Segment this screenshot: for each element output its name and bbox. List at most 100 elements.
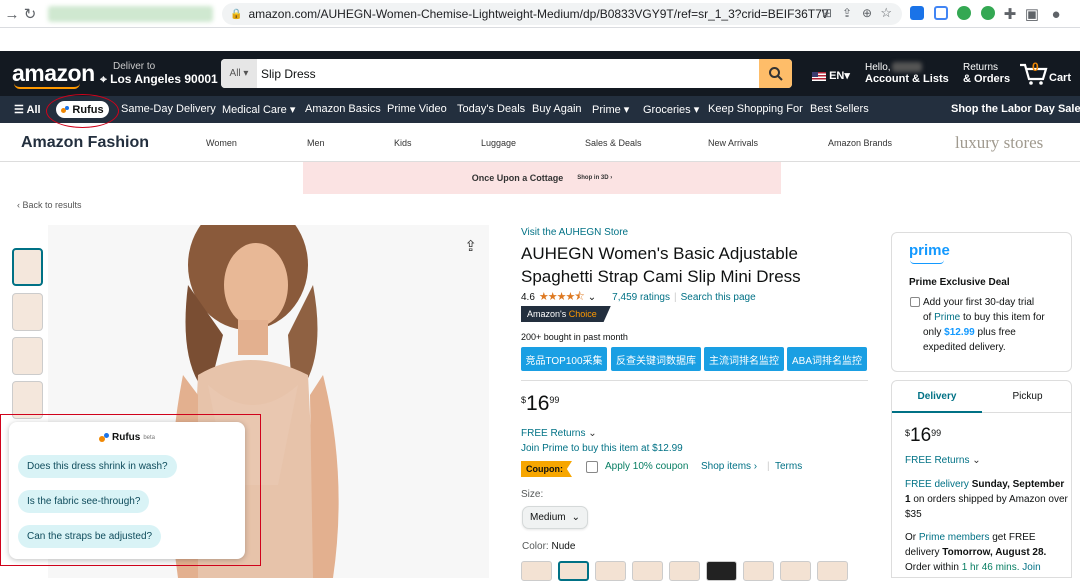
bookmark-star-icon[interactable]: ☆	[880, 5, 892, 21]
nav-same-day-delivery[interactable]: Same-Day Delivery	[121, 103, 216, 115]
tool-button-top100[interactable]: 竞品TOP100采集	[521, 347, 607, 371]
apply-coupon-label[interactable]: Apply 10% coupon	[605, 461, 688, 472]
cart[interactable]: 0 Cart	[1018, 60, 1074, 88]
luxury-stores-link[interactable]: luxury stores	[955, 133, 1043, 153]
divider: |	[767, 461, 770, 472]
size-select[interactable]: Medium ⌄	[522, 506, 588, 529]
cart-count: 0	[1032, 60, 1039, 74]
search-this-page-link[interactable]: Search this page	[681, 292, 756, 303]
extension-icon-2[interactable]	[934, 6, 948, 20]
product-title: AUHEGN Women's Basic Adjustable Spaghett…	[521, 242, 801, 288]
extension-icon-4[interactable]	[981, 6, 995, 20]
color-row: Color: Nude	[522, 541, 575, 552]
free-returns-link[interactable]: FREE Returns ⌄	[521, 428, 597, 439]
buybox-free-returns[interactable]: FREE Returns ⌄	[905, 455, 981, 466]
product-thumbnail[interactable]	[12, 337, 43, 375]
profile-avatar-icon[interactable]: ●	[1046, 4, 1066, 24]
side-panel-icon[interactable]: ▣	[1022, 4, 1042, 24]
nav-todays-deals[interactable]: Today's Deals	[457, 103, 525, 115]
amazons-choice-badge[interactable]: Amazon's Choice	[521, 306, 611, 322]
nav-groceries[interactable]: Groceries ▾	[643, 103, 699, 116]
nav-prime[interactable]: Prime ▾	[592, 103, 629, 116]
tool-button-aba-monitor[interactable]: ABA词排名监控	[787, 347, 867, 371]
coupon-checkbox[interactable]	[586, 461, 598, 473]
rufus-suggestion[interactable]: Does this dress shrink in wash?	[18, 455, 177, 478]
ratings-count-link[interactable]: 7,459 ratings	[612, 292, 670, 303]
reload-icon[interactable]: ↻	[20, 4, 40, 24]
chevron-down-icon: ⌄	[972, 455, 981, 466]
rufus-suggestion[interactable]: Is the fabric see-through?	[18, 490, 150, 513]
fastest-or: Or	[905, 532, 917, 543]
prime-members-link[interactable]: Prime members	[919, 532, 990, 543]
join-prime-link[interactable]: Join Prime to buy this item at $12.99	[521, 443, 683, 454]
extension-icon-1[interactable]	[910, 6, 924, 20]
returns-orders[interactable]: Returns & Orders	[963, 62, 1010, 85]
prime-trial-line4: expedited delivery.	[923, 342, 1006, 353]
extension-icon-3[interactable]	[957, 6, 971, 20]
nav-medical-care[interactable]: Medical Care ▾	[222, 103, 295, 116]
rufus-suggestion[interactable]: Can the straps be adjusted?	[18, 525, 162, 548]
chevron-down-icon[interactable]: ⌄	[588, 292, 596, 303]
search-button[interactable]	[759, 59, 792, 88]
fashion-link-luggage[interactable]: Luggage	[481, 138, 516, 148]
price-whole: 16	[526, 392, 550, 415]
language-selector[interactable]: EN▾	[812, 69, 850, 82]
join-prime-link[interactable]: Join	[1022, 562, 1040, 573]
extensions-puzzle-icon[interactable]: ✚	[1000, 4, 1020, 24]
amazon-logo-smile	[14, 83, 80, 89]
zoom-icon[interactable]: ⊕	[862, 6, 872, 20]
fashion-link-men[interactable]: Men	[307, 138, 325, 148]
buybox-free-returns-label: FREE Returns	[905, 455, 970, 466]
product-thumbnail[interactable]	[12, 248, 43, 286]
nav-best-sellers[interactable]: Best Sellers	[810, 103, 869, 115]
color-swatch[interactable]	[558, 561, 589, 581]
visit-store-link[interactable]: Visit the AUHEGN Store	[521, 227, 628, 238]
search-category-select[interactable]: All ▾	[221, 59, 257, 88]
fashion-link-new-arrivals[interactable]: New Arrivals	[708, 138, 758, 148]
nav-buy-again[interactable]: Buy Again	[532, 103, 582, 115]
color-swatch[interactable]	[632, 561, 663, 581]
color-swatch[interactable]	[669, 561, 700, 581]
terms-link[interactable]: Terms	[775, 461, 802, 472]
prime-trial-checkbox[interactable]	[910, 297, 920, 307]
brand-banner[interactable]: Once Upon a Cottage Shop in 3D ›	[303, 162, 781, 194]
rufus-panel: Rufus beta Does this dress shrink in was…	[9, 422, 245, 559]
color-swatch[interactable]	[780, 561, 811, 581]
address-bar[interactable]: 🔒 amazon.com/AUHEGN-Women-Chemise-Lightw…	[222, 3, 902, 25]
color-swatch[interactable]	[817, 561, 848, 581]
back-to-results-link[interactable]: ‹ Back to results	[17, 200, 82, 210]
all-menu-button[interactable]: ☰ All	[14, 103, 41, 116]
size-value: Medium	[530, 512, 566, 523]
tab-delivery[interactable]: Delivery	[892, 381, 982, 413]
forward-icon[interactable]: →	[2, 4, 22, 24]
deliver-to[interactable]: Deliver to ⌖ Los Angeles 90001	[100, 61, 218, 87]
shop-items-link[interactable]: Shop items ›	[701, 461, 757, 472]
nav-amazon-basics[interactable]: Amazon Basics	[305, 103, 381, 115]
product-thumbnail[interactable]	[12, 293, 43, 331]
labor-day-sale-link[interactable]: Shop the Labor Day Sale	[951, 103, 1080, 115]
star-rating-icon[interactable]: ★★★★⯪	[539, 288, 585, 307]
fashion-link-amazon-brands[interactable]: Amazon Brands	[828, 138, 892, 148]
color-swatch[interactable]	[706, 561, 737, 581]
color-swatch[interactable]	[743, 561, 774, 581]
color-swatch[interactable]	[595, 561, 626, 581]
nav-keep-shopping-for[interactable]: Keep Shopping For	[708, 103, 803, 115]
prime-link[interactable]: Prime	[934, 312, 960, 323]
fashion-link-women[interactable]: Women	[206, 138, 237, 148]
share-icon[interactable]: ⇪	[464, 237, 477, 255]
color-swatch[interactable]	[521, 561, 552, 581]
free-delivery-link[interactable]: FREE delivery	[905, 479, 969, 490]
share-icon[interactable]: ⇪	[842, 6, 852, 20]
search-bar: All ▾	[221, 59, 792, 88]
prime-price: $12.99	[944, 327, 975, 338]
tool-button-ranking-monitor[interactable]: 主流词排名监控	[704, 347, 784, 371]
search-input[interactable]	[261, 59, 751, 88]
fashion-link-kids[interactable]: Kids	[394, 138, 412, 148]
translate-icon[interactable]: ⊞	[822, 6, 832, 20]
url-text: amazon.com/AUHEGN-Women-Chemise-Lightwei…	[248, 7, 829, 21]
amazon-fashion-title[interactable]: Amazon Fashion	[21, 134, 149, 152]
tab-pickup[interactable]: Pickup	[982, 381, 1071, 413]
tool-button-keyword-db[interactable]: 反查关键词数据库	[611, 347, 701, 371]
fashion-link-sales-deals[interactable]: Sales & Deals	[585, 138, 642, 148]
nav-prime-video[interactable]: Prime Video	[387, 103, 447, 115]
